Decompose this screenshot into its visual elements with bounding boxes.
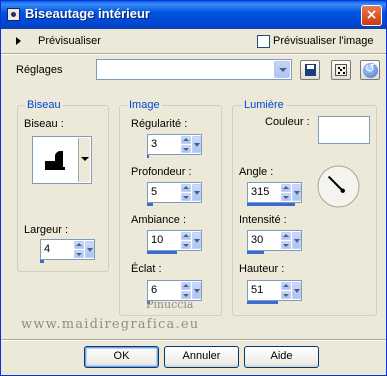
chevron-down-icon[interactable]	[274, 61, 290, 78]
preview-toggle-label[interactable]: Prévisualiser	[38, 35, 101, 47]
floppy-disk-icon	[305, 64, 316, 76]
depth-value: 5	[151, 186, 158, 198]
regularity-value: 3	[151, 138, 158, 150]
ambience-slider-fill	[147, 251, 178, 254]
shine-stepper[interactable]	[181, 282, 191, 299]
chevron-down-icon[interactable]	[192, 136, 201, 153]
randomize-button[interactable]	[331, 60, 351, 80]
intensity-stepper[interactable]	[281, 232, 291, 249]
height-slider[interactable]	[247, 301, 302, 304]
bevel-shape-icon	[45, 151, 65, 170]
regularity-slider-fill	[147, 155, 149, 158]
preview-image-label[interactable]: Prévisualiser l'image	[273, 35, 374, 47]
height-value: 51	[251, 284, 264, 296]
chevron-down-icon[interactable]	[292, 232, 301, 249]
depth-slider[interactable]	[147, 203, 202, 206]
app-icon	[7, 8, 20, 21]
bottom-separator	[1, 339, 386, 341]
light-group-title: Lumière	[242, 99, 286, 111]
expand-preview-icon[interactable]	[16, 37, 21, 45]
color-label: Couleur :	[265, 116, 310, 128]
watermark-author: Pinuccia	[146, 298, 194, 311]
angle-value: 315	[251, 186, 270, 198]
watermark-url: www.maidiregrafica.eu	[21, 317, 200, 332]
height-slider-fill	[247, 301, 279, 304]
regularity-slider[interactable]	[147, 155, 202, 158]
chevron-down-icon[interactable]	[192, 282, 201, 299]
help-button[interactable]: Aide	[244, 346, 319, 368]
depth-label: Profondeur :	[131, 166, 192, 178]
width-value: 4	[44, 243, 51, 255]
regularity-spinbox[interactable]: 3	[147, 134, 202, 155]
angle-spinbox[interactable]: 315	[247, 182, 302, 203]
preview-row: Prévisualiser Prévisualiser l'image	[1, 31, 386, 53]
intensity-slider[interactable]	[247, 251, 302, 254]
intensity-value: 30	[251, 234, 264, 246]
depth-stepper[interactable]	[181, 184, 191, 201]
reset-button[interactable]	[360, 60, 380, 80]
ambience-value: 10	[151, 234, 164, 246]
bevel-group-title: Biseau	[25, 99, 63, 111]
chevron-down-icon[interactable]	[292, 282, 301, 299]
chevron-down-icon[interactable]	[192, 184, 201, 201]
dice-icon	[335, 64, 347, 76]
shine-label: Éclat :	[131, 263, 162, 275]
chevron-down-icon[interactable]	[292, 184, 301, 201]
angle-dial-tip	[340, 188, 345, 193]
ambience-spinbox[interactable]: 10	[147, 230, 202, 251]
angle-slider-fill	[247, 203, 296, 206]
regularity-label: Régularité :	[131, 118, 188, 130]
bevel-dialog-window: Biseautage intérieur × Prévisualiser Pré…	[0, 0, 387, 376]
image-group-title: Image	[127, 99, 162, 111]
bevel-shape-dropdown[interactable]	[32, 136, 92, 184]
top-separator	[1, 53, 386, 55]
light-color-swatch[interactable]	[318, 116, 370, 144]
chevron-down-icon[interactable]	[85, 241, 94, 258]
width-spinbox[interactable]: 4	[40, 239, 95, 260]
angle-stepper[interactable]	[281, 184, 291, 201]
intensity-spinbox[interactable]: 30	[247, 230, 302, 251]
width-stepper[interactable]	[74, 241, 84, 258]
preview-image-checkbox[interactable]	[257, 35, 270, 48]
depth-spinbox[interactable]: 5	[147, 182, 202, 203]
settings-dropdown[interactable]	[96, 59, 292, 80]
chevron-down-icon[interactable]	[192, 232, 201, 249]
intensity-slider-fill	[247, 251, 264, 254]
height-label: Hauteur :	[239, 263, 285, 275]
angle-label: Angle :	[239, 166, 274, 178]
width-slider-fill	[40, 260, 45, 263]
ambience-label: Ambiance :	[131, 214, 187, 226]
angle-slider[interactable]	[247, 203, 302, 206]
save-preset-button[interactable]	[300, 60, 320, 80]
cancel-button[interactable]: Annuler	[164, 346, 239, 368]
depth-slider-fill	[147, 203, 153, 206]
width-label: Largeur :	[24, 224, 69, 236]
ok-button[interactable]: OK	[84, 346, 159, 368]
settings-label: Réglages	[16, 64, 63, 76]
shine-value: 6	[151, 284, 158, 296]
window-title: Biseautage intérieur	[25, 6, 150, 21]
close-button[interactable]: ×	[361, 5, 382, 26]
height-stepper[interactable]	[281, 282, 291, 299]
reset-icon	[363, 61, 378, 78]
intensity-label: Intensité :	[239, 214, 287, 226]
title-bar[interactable]: Biseautage intérieur ×	[1, 1, 386, 29]
chevron-down-icon[interactable]	[78, 138, 90, 182]
ambience-slider[interactable]	[147, 251, 202, 254]
angle-dial[interactable]	[316, 164, 361, 209]
bevel-label: Biseau :	[24, 118, 64, 130]
width-slider[interactable]	[40, 260, 95, 263]
regularity-stepper[interactable]	[181, 136, 191, 153]
ambience-stepper[interactable]	[181, 232, 191, 249]
height-spinbox[interactable]: 51	[247, 280, 302, 301]
